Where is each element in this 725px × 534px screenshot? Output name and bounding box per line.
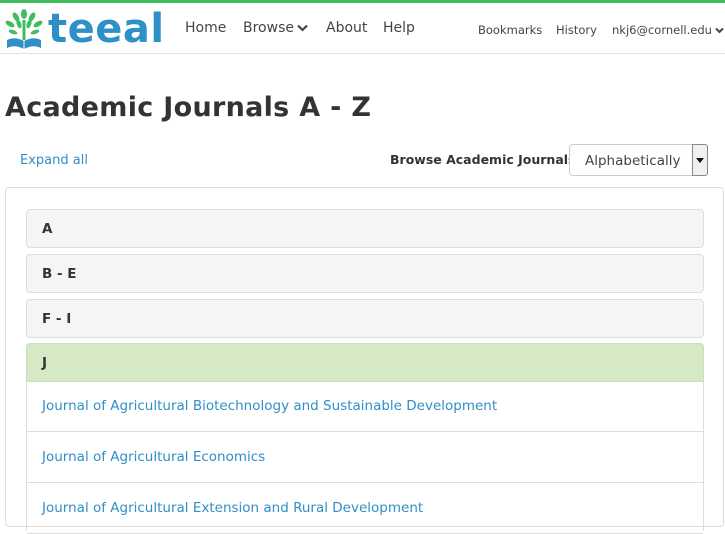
list-item: Journal of Agricultural Extension and Ru… (27, 483, 703, 534)
select-dropdown-button[interactable] (692, 144, 708, 176)
user-menu[interactable]: nkj6@cornell.edu (612, 21, 724, 39)
page-title: Academic Journals A - Z (5, 92, 372, 123)
nav-help[interactable]: Help (383, 19, 415, 37)
section-label: J (42, 355, 48, 371)
section-b-e[interactable]: B - E (26, 254, 704, 293)
user-email: nkj6@cornell.edu (612, 23, 712, 37)
navbar: teeal Home Browse About Help Bookmarks H… (0, 3, 725, 54)
section-label: A (42, 221, 53, 237)
logo-text: teeal (48, 6, 165, 52)
nav-browse[interactable]: Browse (243, 19, 308, 37)
expand-all-link[interactable]: Expand all (20, 152, 88, 170)
logo[interactable]: teeal (4, 7, 165, 51)
section-f-i[interactable]: F - I (26, 299, 704, 338)
section-label: F - I (42, 311, 72, 327)
browse-mode-select[interactable]: Alphabetically (569, 144, 708, 176)
section-label: B - E (42, 266, 77, 282)
chevron-down-icon (715, 27, 724, 34)
nav-history[interactable]: History (556, 21, 597, 39)
section-j[interactable]: J (26, 343, 704, 382)
section-a[interactable]: A (26, 209, 704, 248)
journal-list: Journal of Agricultural Biotechnology an… (26, 381, 704, 534)
nav-home[interactable]: Home (185, 19, 226, 37)
browse-label: Browse Academic Journals (390, 152, 576, 167)
nav-bookmarks[interactable]: Bookmarks (478, 21, 542, 39)
list-item: Journal of Agricultural Biotechnology an… (27, 381, 703, 432)
browse-mode-value: Alphabetically (585, 153, 681, 169)
journal-link[interactable]: Journal of Agricultural Economics (42, 449, 265, 465)
journal-link[interactable]: Journal of Agricultural Extension and Ru… (42, 500, 423, 516)
list-item: Journal of Agricultural Economics (27, 432, 703, 483)
tree-book-icon (5, 9, 43, 49)
journal-link[interactable]: Journal of Agricultural Biotechnology an… (42, 398, 497, 414)
nav-browse-label: Browse (243, 20, 294, 36)
chevron-down-icon (297, 24, 308, 32)
nav-about[interactable]: About (326, 19, 367, 37)
caret-down-icon (696, 157, 704, 163)
